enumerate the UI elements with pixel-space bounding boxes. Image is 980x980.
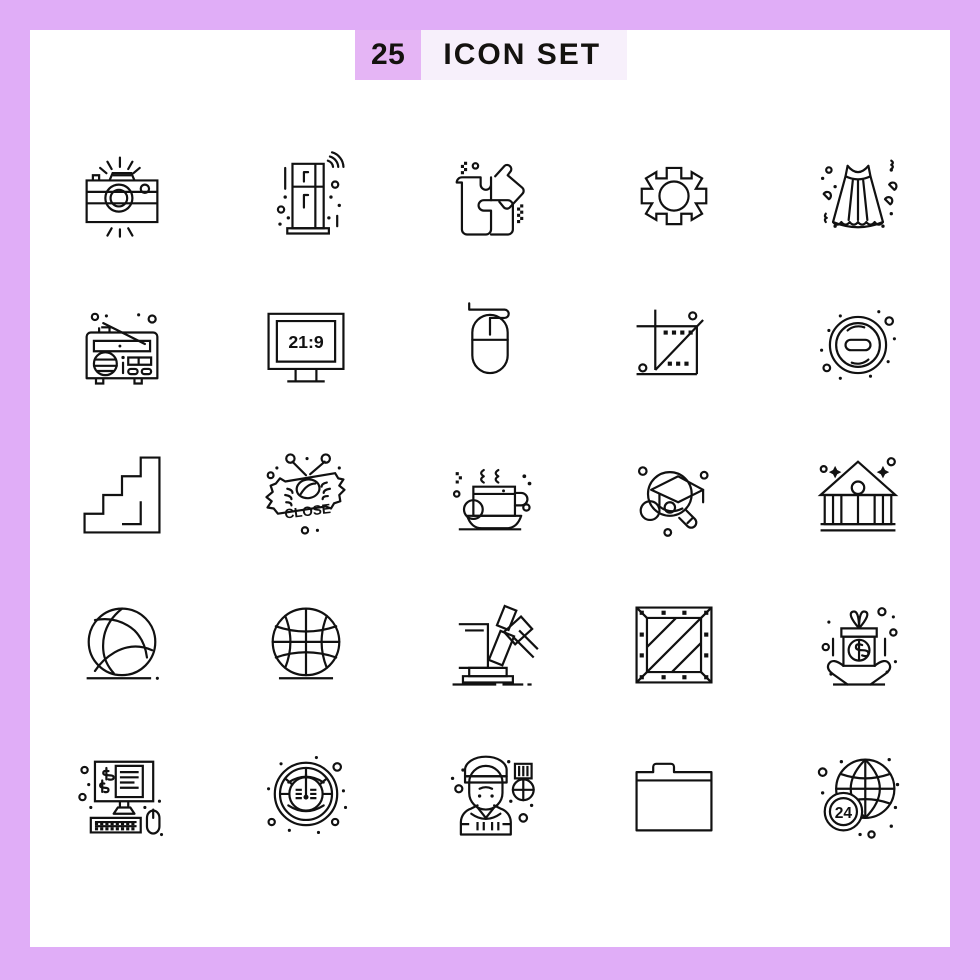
soldier-medal-icon [450,743,542,847]
icon-cell[interactable] [30,720,214,870]
bank-building-icon [806,443,910,547]
icon-cell[interactable] [30,270,214,420]
coffee-cup-icon [438,443,532,547]
radio-icon [70,293,174,397]
gavel-icon [438,593,542,697]
online-banking-icon [70,743,164,837]
global-support-icon: 24 [806,757,900,847]
icon-canvas: 25 ICON SET 21:9 CLOSE 24 [30,30,950,947]
icon-cell[interactable] [582,570,766,720]
gift-donation-icon [806,593,910,697]
page-title: ICON SET [421,30,628,80]
icon-cell[interactable] [398,270,582,420]
icon-cell[interactable]: 24 [766,720,950,870]
basketball-icon [254,593,358,697]
smart-refrigerator-icon [254,143,358,247]
icon-cell[interactable] [214,120,398,270]
volleyball-icon [70,593,159,680]
icon-cell[interactable] [582,270,766,420]
wooden-crate-icon [622,593,726,697]
icon-grid: 21:9 CLOSE 24 [30,120,950,870]
icon-cell[interactable] [398,120,582,270]
computer-mouse-icon [438,293,542,397]
education-search-icon [622,443,726,547]
puzzle-icon [438,161,542,247]
icon-count-badge: 25 [355,30,422,80]
icon-cell[interactable] [582,120,766,270]
camera-icon [70,143,174,247]
icon-cell[interactable] [766,570,950,720]
crop-tool-icon [622,293,726,397]
stairs-icon [70,443,174,547]
speedometer-icon [267,756,348,834]
header: 25 ICON SET [355,30,628,80]
close-sign-icon: CLOSE [254,443,358,547]
icon-cell[interactable] [214,570,398,720]
gear-icon [622,143,726,247]
icon-cell[interactable] [766,420,950,570]
icon-cell[interactable] [766,270,950,420]
icon-cell[interactable] [398,420,582,570]
icon-cell[interactable]: 21:9 [214,270,398,420]
icon-cell[interactable]: CLOSE [214,420,398,570]
icon-set-page: 25 ICON SET 21:9 CLOSE 24 [0,0,980,980]
minus-circle-icon [820,310,896,380]
icon-cell[interactable] [30,570,214,720]
folder-icon [622,743,726,847]
icon-cell[interactable] [766,120,950,270]
icon-cell[interactable] [30,420,214,570]
icon-cell[interactable] [582,720,766,870]
icon-cell[interactable] [214,720,398,870]
monitor-aspect-ratio-icon: 21:9 [254,293,358,397]
support-badge-text: 24 [835,805,853,822]
icon-cell[interactable] [398,720,582,870]
monitor-screen-text: 21:9 [288,332,324,352]
icon-cell[interactable] [30,120,214,270]
icon-cell[interactable] [398,570,582,720]
dress-icon [820,143,910,247]
icon-cell[interactable] [582,420,766,570]
